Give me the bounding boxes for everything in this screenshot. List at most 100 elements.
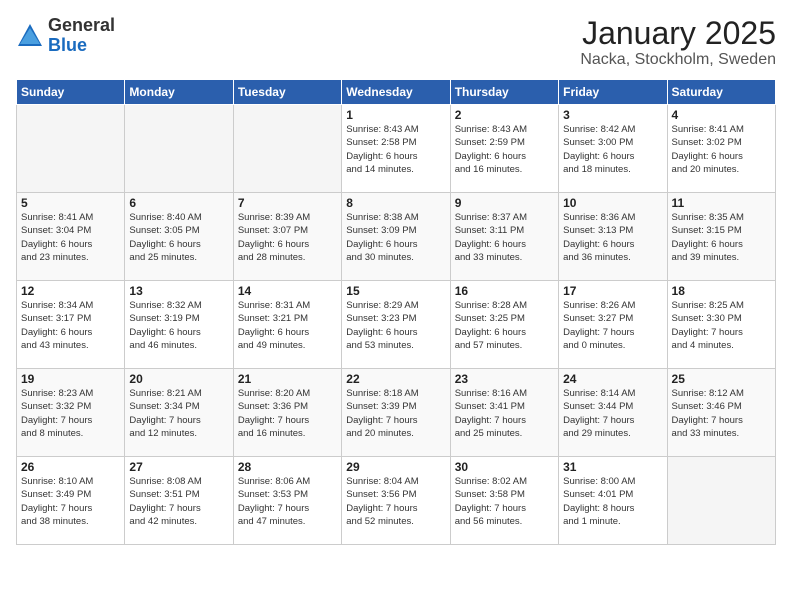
day-number: 10 <box>563 196 662 210</box>
day-number: 9 <box>455 196 554 210</box>
title-block: January 2025 Nacka, Stockholm, Sweden <box>580 16 776 69</box>
day-info: Sunrise: 8:14 AM Sunset: 3:44 PM Dayligh… <box>563 387 662 440</box>
calendar-week-3: 19Sunrise: 8:23 AM Sunset: 3:32 PM Dayli… <box>17 369 776 457</box>
calendar-week-0: 1Sunrise: 8:43 AM Sunset: 2:58 PM Daylig… <box>17 105 776 193</box>
day-number: 5 <box>21 196 120 210</box>
day-info: Sunrise: 8:25 AM Sunset: 3:30 PM Dayligh… <box>672 299 771 352</box>
calendar-cell: 16Sunrise: 8:28 AM Sunset: 3:25 PM Dayli… <box>450 281 558 369</box>
logo-blue: Blue <box>48 35 87 55</box>
day-info: Sunrise: 8:26 AM Sunset: 3:27 PM Dayligh… <box>563 299 662 352</box>
day-info: Sunrise: 8:41 AM Sunset: 3:04 PM Dayligh… <box>21 211 120 264</box>
day-info: Sunrise: 8:37 AM Sunset: 3:11 PM Dayligh… <box>455 211 554 264</box>
day-info: Sunrise: 8:43 AM Sunset: 2:59 PM Dayligh… <box>455 123 554 176</box>
calendar-cell: 6Sunrise: 8:40 AM Sunset: 3:05 PM Daylig… <box>125 193 233 281</box>
day-info: Sunrise: 8:21 AM Sunset: 3:34 PM Dayligh… <box>129 387 228 440</box>
day-info: Sunrise: 8:32 AM Sunset: 3:19 PM Dayligh… <box>129 299 228 352</box>
calendar: Sunday Monday Tuesday Wednesday Thursday… <box>16 79 776 545</box>
day-info: Sunrise: 8:12 AM Sunset: 3:46 PM Dayligh… <box>672 387 771 440</box>
calendar-week-4: 26Sunrise: 8:10 AM Sunset: 3:49 PM Dayli… <box>17 457 776 545</box>
day-number: 29 <box>346 460 445 474</box>
logo-icon <box>16 22 44 50</box>
day-info: Sunrise: 8:18 AM Sunset: 3:39 PM Dayligh… <box>346 387 445 440</box>
day-number: 20 <box>129 372 228 386</box>
calendar-cell <box>233 105 341 193</box>
header-wednesday: Wednesday <box>342 80 450 105</box>
day-info: Sunrise: 8:36 AM Sunset: 3:13 PM Dayligh… <box>563 211 662 264</box>
calendar-cell: 10Sunrise: 8:36 AM Sunset: 3:13 PM Dayli… <box>559 193 667 281</box>
calendar-cell: 9Sunrise: 8:37 AM Sunset: 3:11 PM Daylig… <box>450 193 558 281</box>
day-number: 17 <box>563 284 662 298</box>
day-info: Sunrise: 8:39 AM Sunset: 3:07 PM Dayligh… <box>238 211 337 264</box>
calendar-cell: 21Sunrise: 8:20 AM Sunset: 3:36 PM Dayli… <box>233 369 341 457</box>
day-info: Sunrise: 8:42 AM Sunset: 3:00 PM Dayligh… <box>563 123 662 176</box>
day-number: 24 <box>563 372 662 386</box>
day-info: Sunrise: 8:38 AM Sunset: 3:09 PM Dayligh… <box>346 211 445 264</box>
day-info: Sunrise: 8:08 AM Sunset: 3:51 PM Dayligh… <box>129 475 228 528</box>
calendar-cell: 29Sunrise: 8:04 AM Sunset: 3:56 PM Dayli… <box>342 457 450 545</box>
day-number: 14 <box>238 284 337 298</box>
day-info: Sunrise: 8:28 AM Sunset: 3:25 PM Dayligh… <box>455 299 554 352</box>
day-number: 16 <box>455 284 554 298</box>
calendar-cell: 31Sunrise: 8:00 AM Sunset: 4:01 PM Dayli… <box>559 457 667 545</box>
day-info: Sunrise: 8:00 AM Sunset: 4:01 PM Dayligh… <box>563 475 662 528</box>
calendar-cell: 25Sunrise: 8:12 AM Sunset: 3:46 PM Dayli… <box>667 369 775 457</box>
day-number: 18 <box>672 284 771 298</box>
day-number: 11 <box>672 196 771 210</box>
day-number: 28 <box>238 460 337 474</box>
header-monday: Monday <box>125 80 233 105</box>
day-number: 7 <box>238 196 337 210</box>
day-info: Sunrise: 8:41 AM Sunset: 3:02 PM Dayligh… <box>672 123 771 176</box>
title-month: January 2025 <box>580 16 776 51</box>
calendar-cell: 12Sunrise: 8:34 AM Sunset: 3:17 PM Dayli… <box>17 281 125 369</box>
calendar-week-2: 12Sunrise: 8:34 AM Sunset: 3:17 PM Dayli… <box>17 281 776 369</box>
calendar-cell: 11Sunrise: 8:35 AM Sunset: 3:15 PM Dayli… <box>667 193 775 281</box>
header-thursday: Thursday <box>450 80 558 105</box>
day-number: 21 <box>238 372 337 386</box>
calendar-cell <box>125 105 233 193</box>
logo: General Blue <box>16 16 115 56</box>
calendar-cell: 2Sunrise: 8:43 AM Sunset: 2:59 PM Daylig… <box>450 105 558 193</box>
day-number: 13 <box>129 284 228 298</box>
calendar-cell: 5Sunrise: 8:41 AM Sunset: 3:04 PM Daylig… <box>17 193 125 281</box>
calendar-cell: 4Sunrise: 8:41 AM Sunset: 3:02 PM Daylig… <box>667 105 775 193</box>
header-tuesday: Tuesday <box>233 80 341 105</box>
calendar-cell: 17Sunrise: 8:26 AM Sunset: 3:27 PM Dayli… <box>559 281 667 369</box>
calendar-cell <box>17 105 125 193</box>
calendar-cell: 13Sunrise: 8:32 AM Sunset: 3:19 PM Dayli… <box>125 281 233 369</box>
calendar-cell: 20Sunrise: 8:21 AM Sunset: 3:34 PM Dayli… <box>125 369 233 457</box>
calendar-cell: 28Sunrise: 8:06 AM Sunset: 3:53 PM Dayli… <box>233 457 341 545</box>
calendar-cell: 30Sunrise: 8:02 AM Sunset: 3:58 PM Dayli… <box>450 457 558 545</box>
day-number: 23 <box>455 372 554 386</box>
day-number: 1 <box>346 108 445 122</box>
calendar-week-1: 5Sunrise: 8:41 AM Sunset: 3:04 PM Daylig… <box>17 193 776 281</box>
day-number: 30 <box>455 460 554 474</box>
title-location: Nacka, Stockholm, Sweden <box>580 51 776 69</box>
day-info: Sunrise: 8:40 AM Sunset: 3:05 PM Dayligh… <box>129 211 228 264</box>
day-info: Sunrise: 8:20 AM Sunset: 3:36 PM Dayligh… <box>238 387 337 440</box>
calendar-cell: 3Sunrise: 8:42 AM Sunset: 3:00 PM Daylig… <box>559 105 667 193</box>
calendar-cell: 19Sunrise: 8:23 AM Sunset: 3:32 PM Dayli… <box>17 369 125 457</box>
day-info: Sunrise: 8:31 AM Sunset: 3:21 PM Dayligh… <box>238 299 337 352</box>
day-number: 27 <box>129 460 228 474</box>
day-info: Sunrise: 8:06 AM Sunset: 3:53 PM Dayligh… <box>238 475 337 528</box>
calendar-cell: 7Sunrise: 8:39 AM Sunset: 3:07 PM Daylig… <box>233 193 341 281</box>
calendar-cell: 22Sunrise: 8:18 AM Sunset: 3:39 PM Dayli… <box>342 369 450 457</box>
header-sunday: Sunday <box>17 80 125 105</box>
calendar-cell: 23Sunrise: 8:16 AM Sunset: 3:41 PM Dayli… <box>450 369 558 457</box>
day-info: Sunrise: 8:35 AM Sunset: 3:15 PM Dayligh… <box>672 211 771 264</box>
calendar-cell: 27Sunrise: 8:08 AM Sunset: 3:51 PM Dayli… <box>125 457 233 545</box>
day-info: Sunrise: 8:16 AM Sunset: 3:41 PM Dayligh… <box>455 387 554 440</box>
day-number: 3 <box>563 108 662 122</box>
calendar-cell: 24Sunrise: 8:14 AM Sunset: 3:44 PM Dayli… <box>559 369 667 457</box>
calendar-header-row: Sunday Monday Tuesday Wednesday Thursday… <box>17 80 776 105</box>
day-number: 2 <box>455 108 554 122</box>
header-saturday: Saturday <box>667 80 775 105</box>
day-number: 25 <box>672 372 771 386</box>
day-number: 8 <box>346 196 445 210</box>
header-friday: Friday <box>559 80 667 105</box>
day-number: 6 <box>129 196 228 210</box>
day-info: Sunrise: 8:23 AM Sunset: 3:32 PM Dayligh… <box>21 387 120 440</box>
calendar-cell: 14Sunrise: 8:31 AM Sunset: 3:21 PM Dayli… <box>233 281 341 369</box>
calendar-cell: 26Sunrise: 8:10 AM Sunset: 3:49 PM Dayli… <box>17 457 125 545</box>
day-info: Sunrise: 8:04 AM Sunset: 3:56 PM Dayligh… <box>346 475 445 528</box>
